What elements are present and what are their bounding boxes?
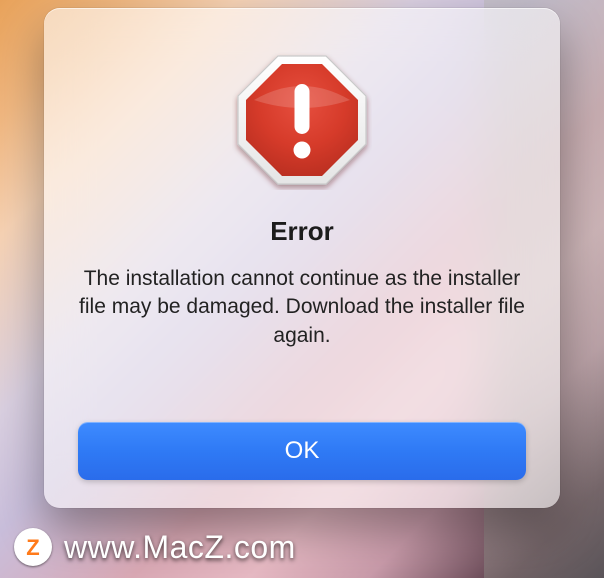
watermark-text: www.MacZ.com (64, 529, 296, 566)
dialog-message: The installation cannot continue as the … (78, 265, 526, 350)
dialog-title: Error (270, 216, 334, 247)
watermark: Z www.MacZ.com (14, 528, 296, 566)
stop-alert-icon (232, 50, 372, 190)
watermark-logo: Z (14, 528, 52, 566)
ok-button[interactable]: OK (78, 422, 526, 480)
watermark-logo-glyph: Z (26, 535, 39, 561)
error-dialog: Error The installation cannot continue a… (44, 8, 560, 508)
